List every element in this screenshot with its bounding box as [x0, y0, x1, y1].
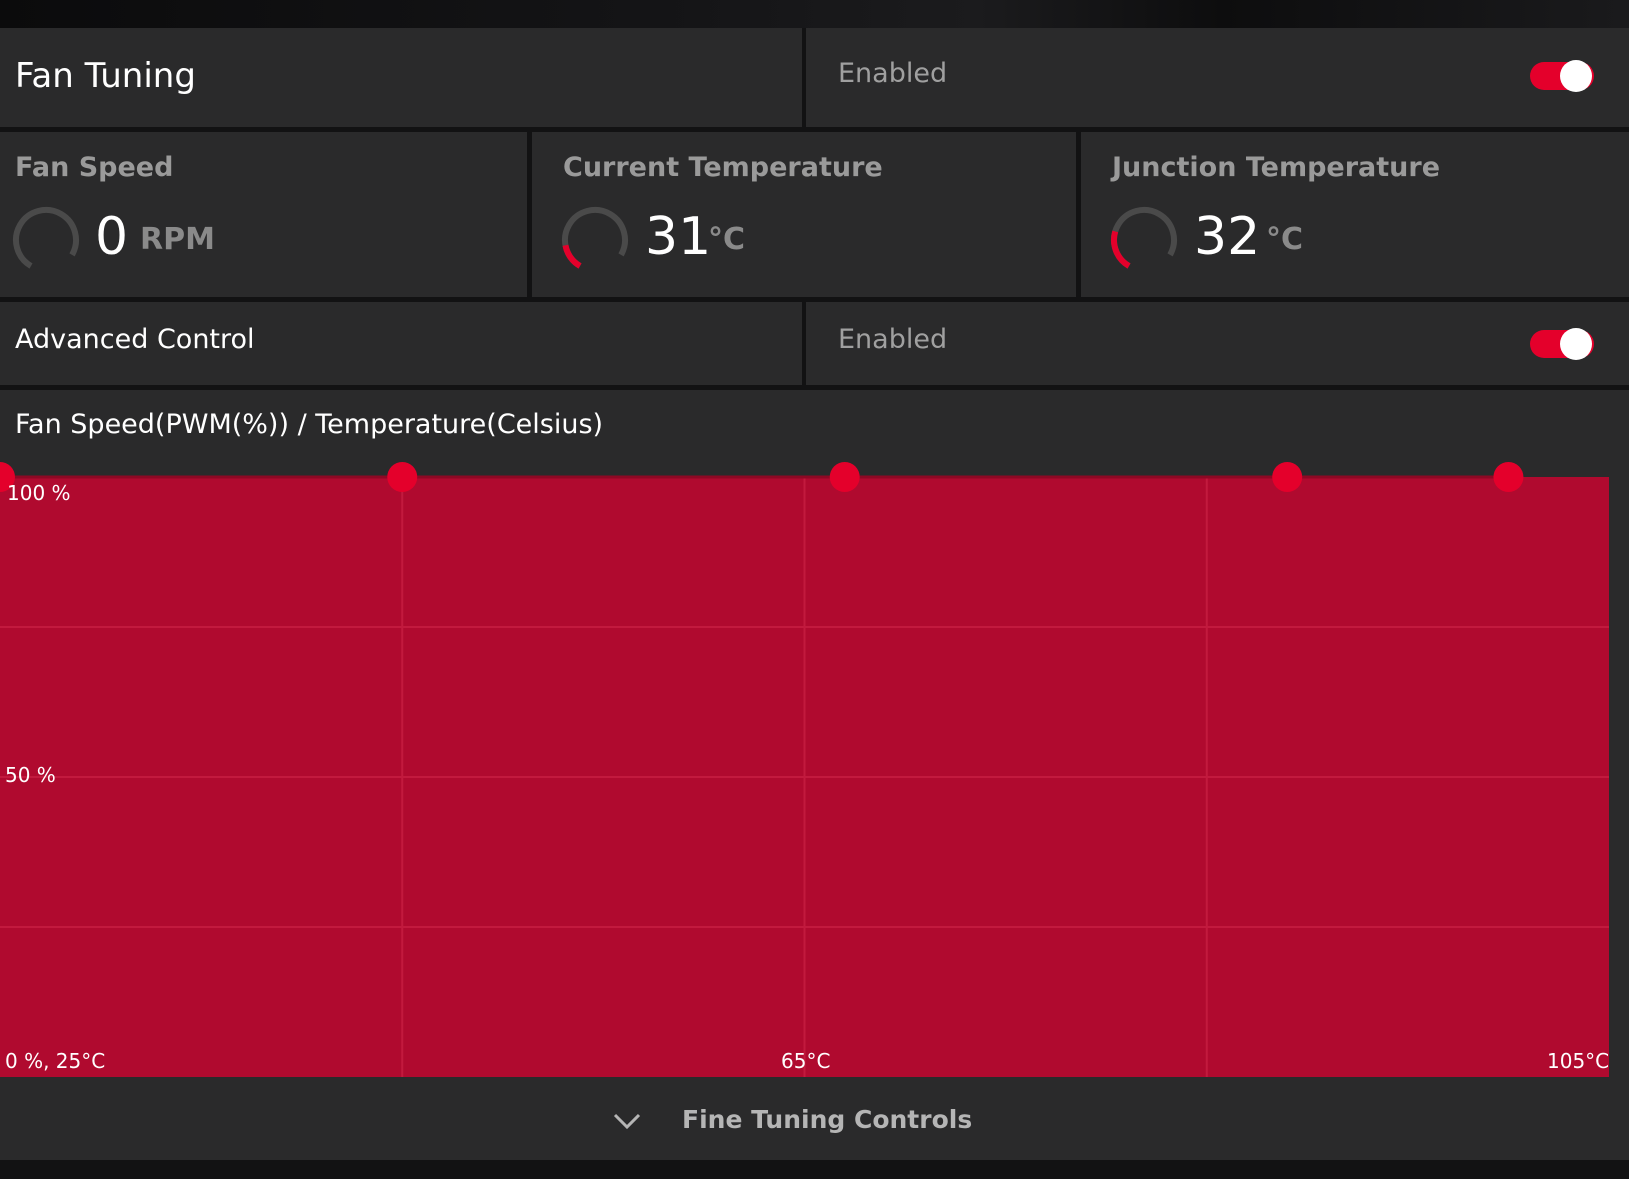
y-axis-label-max: 100 % [7, 481, 71, 505]
fan-speed-value: 0 [95, 207, 129, 267]
fine-tuning-label: Fine Tuning Controls [682, 1105, 973, 1134]
advanced-control-title: Advanced Control [15, 324, 255, 355]
junction-temperature-gauge-icon [1111, 207, 1177, 273]
chart-header: Fan Speed(PWM(%)) / Temperature(Celsius) [15, 409, 604, 440]
chevron-down-icon [613, 1113, 641, 1130]
advanced-control-status-label: Enabled [838, 324, 948, 355]
advanced-control-status-panel: Enabled [806, 302, 1629, 385]
junction-temperature-unit: °C [1266, 222, 1304, 257]
current-temperature-panel: Current Temperature 31 °C [532, 132, 1076, 297]
y-axis-label-mid: 50 % [5, 763, 56, 787]
window-top-bar [0, 0, 1629, 28]
junction-temperature-value: 32 [1194, 207, 1261, 267]
current-temperature-title: Current Temperature [563, 152, 883, 183]
x-axis-label-max: 105°C [1547, 1049, 1610, 1073]
advanced-control-toggle[interactable] [1530, 328, 1594, 360]
fan-curve-point[interactable] [387, 462, 418, 492]
toggle-knob [1560, 328, 1592, 360]
fan-curve-point[interactable] [1272, 462, 1303, 492]
fan-curve-chart-svg [0, 462, 1609, 1077]
junction-temperature-title: Junction Temperature [1112, 152, 1441, 183]
fine-tuning-bar[interactable]: Fine Tuning Controls [0, 1082, 1629, 1160]
fan-tuning-status-panel: Enabled [806, 28, 1629, 127]
fan-curve-point[interactable] [1493, 462, 1524, 492]
fan-tuning-panel: Fan Tuning [0, 28, 802, 127]
advanced-control-panel: Advanced Control [0, 302, 802, 385]
fan-speed-unit: RPM [140, 222, 215, 257]
junction-temperature-panel: Junction Temperature 32 °C [1081, 132, 1629, 297]
x-axis-label-mid: 65°C [781, 1049, 831, 1073]
fan-speed-panel: Fan Speed 0 RPM [0, 132, 527, 297]
fan-curve-chart: 100 % 50 % 0 %, 25°C 65°C 105°C [0, 462, 1610, 1077]
fan-speed-gauge-icon [13, 207, 79, 273]
current-temperature-unit: °C [708, 222, 746, 257]
current-temperature-gauge-icon [562, 207, 628, 273]
fan-tuning-toggle[interactable] [1530, 60, 1594, 92]
fan-curve-point[interactable] [829, 462, 860, 492]
fan-tuning-title: Fan Tuning [15, 56, 196, 96]
toggle-knob [1560, 60, 1592, 92]
axis-origin-label: 0 %, 25°C [5, 1049, 106, 1073]
fan-speed-title: Fan Speed [15, 152, 174, 183]
current-temperature-value: 31 [645, 207, 712, 267]
fan-tuning-status-label: Enabled [838, 58, 948, 89]
